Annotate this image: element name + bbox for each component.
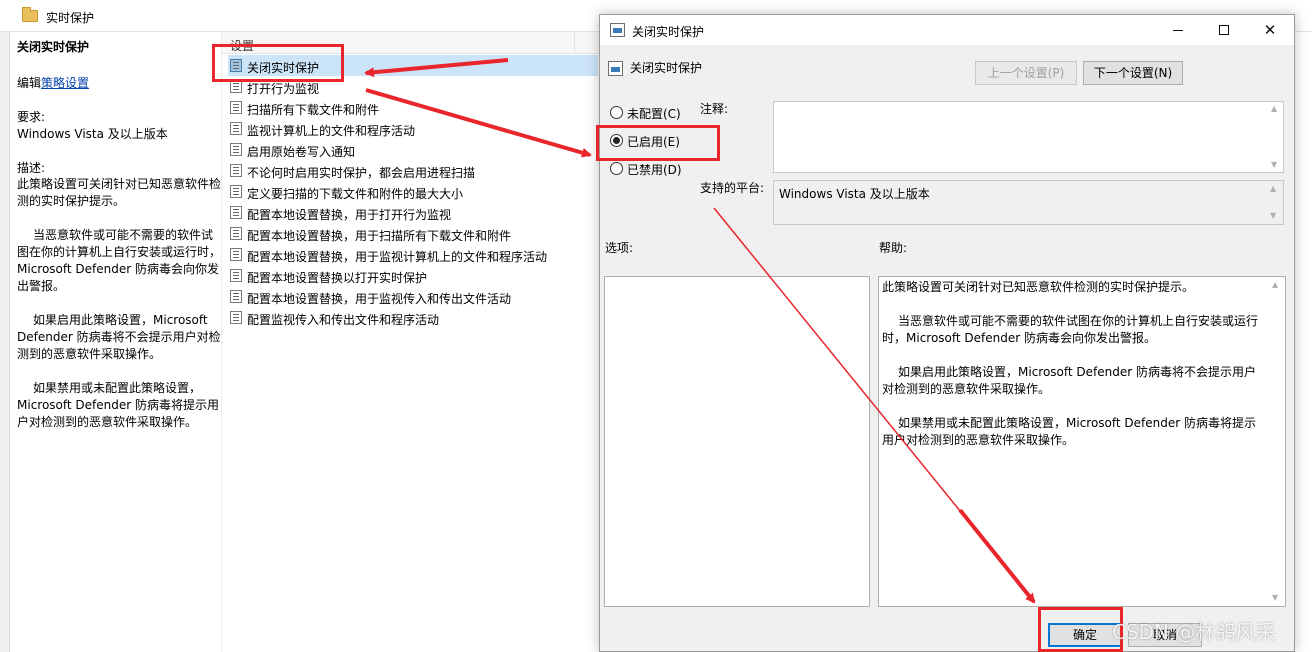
column-divider[interactable]: [574, 32, 575, 54]
platform-box: Windows Vista 及以上版本 ▲ ▼: [773, 180, 1284, 225]
annotation-box-enabled-radio: [596, 125, 720, 161]
dialog-titlebar[interactable]: 关闭实时保护 ✕: [600, 15, 1294, 45]
edit-prefix: 编辑: [17, 76, 42, 90]
next-setting-button[interactable]: 下一个设置(N): [1083, 61, 1183, 85]
comment-scrollbar[interactable]: ▲ ▼: [1268, 101, 1284, 173]
help-paragraph: 此策略设置可关闭针对已知恶意软件检测的实时保护提示。: [882, 280, 1195, 294]
setting-label: 不论何时启用实时保护，都会启用进程扫描: [247, 166, 476, 180]
setting-label: 定义要扫描的下载文件和附件的最大大小: [247, 187, 464, 201]
left-edge-strip: [0, 32, 10, 652]
close-button[interactable]: ✕: [1247, 15, 1293, 45]
dialog-title: 关闭实时保护: [632, 25, 705, 39]
setting-label: 配置本地设置替换，用于扫描所有下载文件和附件: [247, 229, 512, 243]
scroll-up-icon[interactable]: ▲: [1272, 280, 1278, 290]
radio-button[interactable]: [610, 162, 623, 175]
policy-setting-icon: [230, 248, 242, 261]
radio-button[interactable]: [610, 106, 623, 119]
setting-label: 配置本地设置替换，用于监视计算机上的文件和程序活动: [247, 250, 548, 264]
policy-setting-icon: [230, 206, 242, 219]
background-window-title: 实时保护: [46, 11, 95, 25]
policy-setting-icon: [610, 23, 625, 37]
settings-list-pane: 设置 关闭实时保护 打开行为监视 扫描所有下载文件和附件 监视计算机上的文件和程…: [222, 32, 600, 652]
setting-row[interactable]: 配置监视传入和传出文件和程序活动: [228, 307, 598, 328]
description-body: 此策略设置可关闭针对已知恶意软件检测的实时保护提示。 当恶意软件或可能不需要的软…: [17, 176, 223, 448]
policy-dialog: 关闭实时保护 ✕ 关闭实时保护 上一个设置(P) 下一个设置(N) 未配置(C)…: [599, 14, 1295, 652]
policy-setting-icon: [608, 61, 623, 76]
policy-name: 关闭实时保护: [630, 61, 703, 75]
setting-label: 监视计算机上的文件和程序活动: [247, 124, 416, 138]
help-scrollbar[interactable]: ▲ ▼: [1269, 277, 1285, 606]
scroll-down-icon[interactable]: ▼: [1270, 211, 1276, 221]
scroll-up-icon[interactable]: ▲: [1270, 184, 1276, 194]
description-paragraph: 如果禁用或未配置此策略设置，Microsoft Defender 防病毒将提示用…: [17, 381, 220, 429]
platform-scrollbar[interactable]: ▲ ▼: [1267, 181, 1283, 224]
watermark: CSDN @林鸽风采: [1112, 620, 1276, 644]
setting-row[interactable]: 不论何时启用实时保护，都会启用进程扫描: [228, 160, 598, 181]
policy-setting-icon: [230, 122, 242, 135]
minimize-button[interactable]: [1155, 15, 1201, 45]
scroll-up-icon[interactable]: ▲: [1271, 104, 1277, 114]
setting-row[interactable]: 监视计算机上的文件和程序活动: [228, 118, 598, 139]
setting-row[interactable]: 配置本地设置替换以打开实时保护: [228, 265, 598, 286]
policy-setting-icon: [230, 290, 242, 303]
help-label: 帮助:: [879, 241, 908, 255]
setting-label: 配置本地设置替换，用于监视传入和传出文件活动: [247, 292, 512, 306]
setting-label: 扫描所有下载文件和附件: [247, 103, 380, 117]
description-title: 关闭实时保护: [17, 40, 90, 54]
annotation-box-ok-button: [1038, 607, 1123, 652]
policy-setting-icon: [230, 185, 242, 198]
platform-label: 支持的平台:: [700, 181, 765, 195]
scroll-down-icon[interactable]: ▼: [1272, 593, 1278, 603]
setting-row[interactable]: 配置本地设置替换，用于监视计算机上的文件和程序活动: [228, 244, 598, 265]
setting-row[interactable]: 配置本地设置替换，用于监视传入和传出文件活动: [228, 286, 598, 307]
scroll-down-icon[interactable]: ▼: [1271, 160, 1277, 170]
requirements-label: 要求:: [17, 110, 46, 124]
policy-setting-icon: [230, 269, 242, 282]
help-paragraph: 当恶意软件或可能不需要的软件试图在你的计算机上自行安装或运行时，Microsof…: [882, 314, 1259, 345]
requirements-value: Windows Vista 及以上版本: [17, 127, 168, 141]
policy-setting-icon: [230, 143, 242, 156]
radio-not-configured[interactable]: 未配置(C): [610, 104, 710, 122]
policy-setting-icon: [230, 227, 242, 240]
setting-label: 启用原始卷写入通知: [247, 145, 356, 159]
setting-row[interactable]: 扫描所有下载文件和附件: [228, 97, 598, 118]
help-paragraph: 如果启用此策略设置，Microsoft Defender 防病毒将不会提示用户对…: [882, 365, 1257, 396]
policy-setting-icon: [230, 311, 242, 324]
radio-label: 已禁用(D): [627, 163, 682, 177]
options-panel: [604, 276, 870, 607]
edit-policy-link[interactable]: 策略设置: [41, 76, 89, 90]
policy-setting-icon: [230, 101, 242, 114]
comment-scrollbar-wrap: ▲ ▼: [773, 101, 1284, 173]
maximize-button[interactable]: [1201, 15, 1247, 45]
setting-label: 配置本地设置替换，用于打开行为监视: [247, 208, 452, 222]
help-paragraph: 如果禁用或未配置此策略设置，Microsoft Defender 防病毒将提示用…: [882, 416, 1257, 447]
setting-label: 配置本地设置替换以打开实时保护: [247, 271, 428, 285]
minimize-icon: [1173, 30, 1183, 31]
setting-row[interactable]: 启用原始卷写入通知: [228, 139, 598, 160]
platform-value: Windows Vista 及以上版本: [779, 187, 930, 201]
maximize-icon: [1219, 25, 1229, 35]
policy-setting-icon: [230, 164, 242, 177]
edit-policy-line: 编辑策略设置: [17, 74, 89, 91]
previous-setting-button[interactable]: 上一个设置(P): [975, 61, 1077, 85]
description-paragraph: 此策略设置可关闭针对已知恶意软件检测的实时保护提示。: [17, 177, 222, 208]
comment-label: 注释:: [700, 102, 729, 116]
setting-label: 打开行为监视: [247, 82, 320, 96]
setting-row[interactable]: 配置本地设置替换，用于打开行为监视: [228, 202, 598, 223]
description-pane: 关闭实时保护 编辑策略设置 要求: Windows Vista 及以上版本 描述…: [10, 32, 222, 652]
setting-row[interactable]: 配置本地设置替换，用于扫描所有下载文件和附件: [228, 223, 598, 244]
description-paragraph: 当恶意软件或可能不需要的软件试图在你的计算机上自行安装或运行时，Microsof…: [17, 228, 222, 293]
annotation-box-selected-policy: [212, 44, 344, 82]
help-panel: 此策略设置可关闭针对已知恶意软件检测的实时保护提示。 当恶意软件或可能不需要的软…: [878, 276, 1286, 607]
help-text: 此策略设置可关闭针对已知恶意软件检测的实时保护提示。 当恶意软件或可能不需要的软…: [882, 279, 1266, 466]
description-label: 描述:: [17, 161, 46, 175]
setting-label: 配置监视传入和传出文件和程序活动: [247, 313, 440, 327]
description-paragraph: 如果启用此策略设置，Microsoft Defender 防病毒将不会提示用户对…: [17, 313, 221, 361]
radio-disabled[interactable]: 已禁用(D): [610, 160, 710, 178]
options-label: 选项:: [605, 241, 634, 255]
radio-label: 未配置(C): [627, 107, 681, 121]
folder-icon: [22, 7, 38, 22]
setting-row[interactable]: 定义要扫描的下载文件和附件的最大大小: [228, 181, 598, 202]
